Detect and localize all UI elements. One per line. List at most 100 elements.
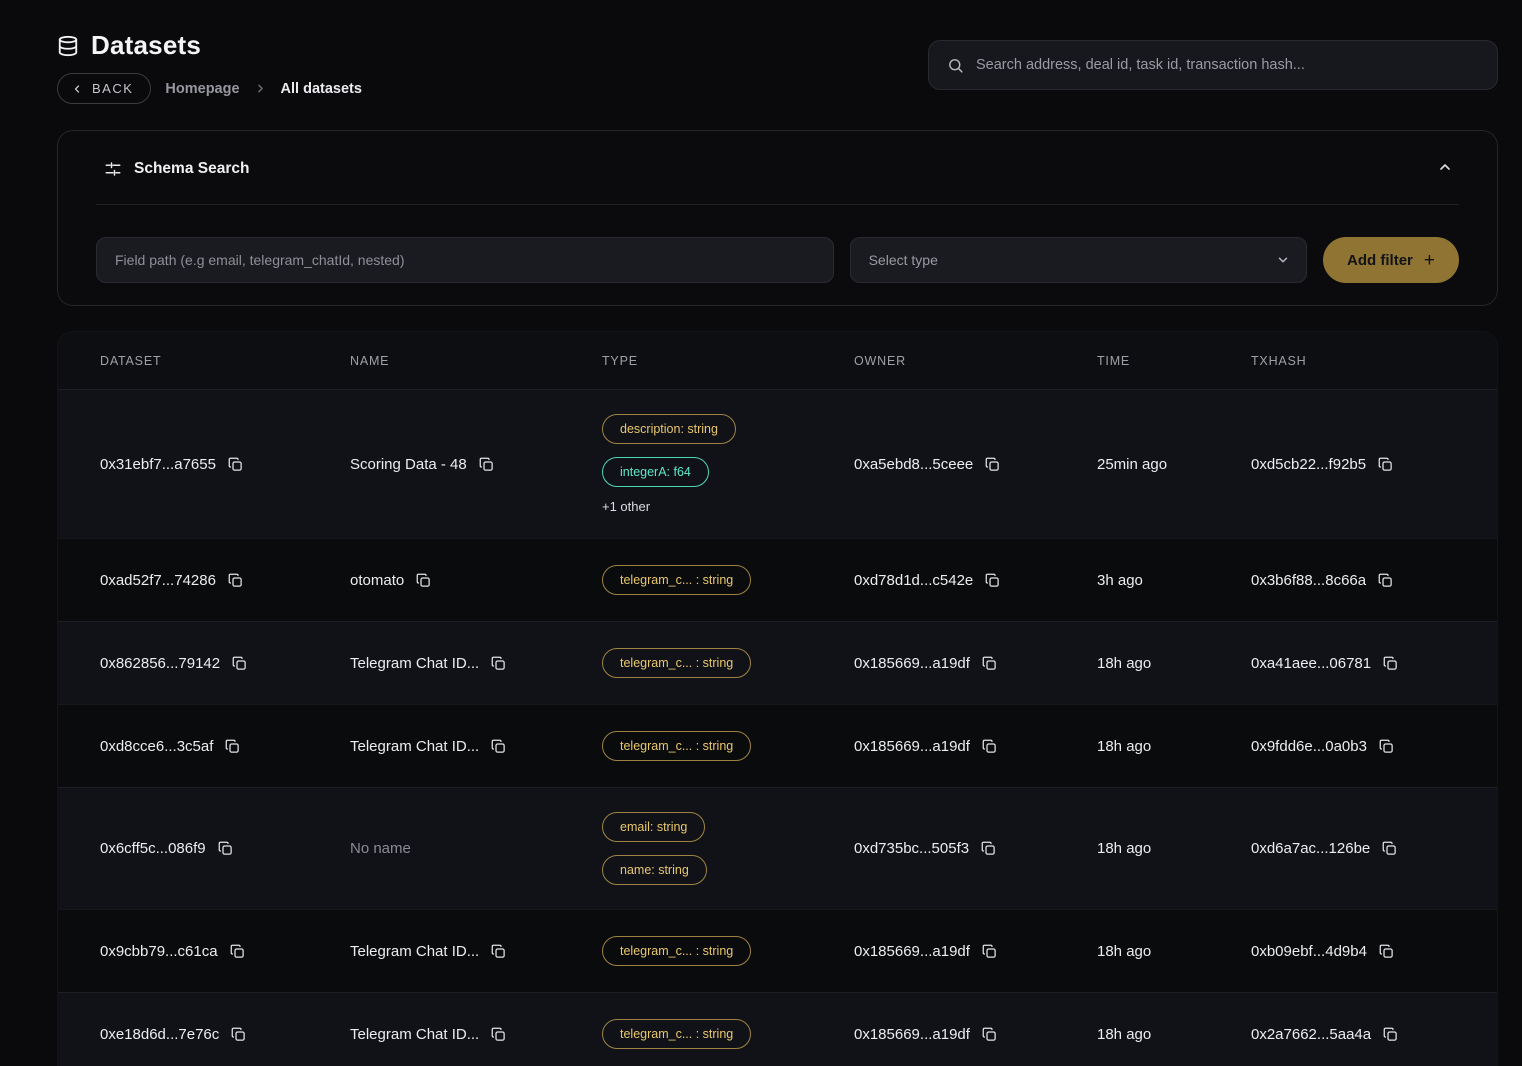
- chevron-left-icon: [71, 83, 83, 95]
- txhash-copy-icon[interactable]: [1377, 737, 1396, 756]
- type-select[interactable]: Select type: [850, 237, 1307, 283]
- dataset-name: Telegram Chat ID...: [350, 943, 479, 960]
- chevron-down-icon: [1276, 253, 1290, 267]
- table-body: 0x31ebf7...a7655Scoring Data - 48descrip…: [58, 389, 1497, 1066]
- time-cell: 18h ago: [1097, 655, 1251, 672]
- dataset-copy-icon[interactable]: [226, 455, 245, 474]
- type-select-value: Select type: [869, 252, 938, 268]
- dataset-name: No name: [350, 840, 411, 857]
- dataset-cell: 0xd8cce6...3c5af: [100, 737, 350, 756]
- owner-address: 0xd78d1d...c542e: [854, 572, 973, 589]
- dataset-copy-icon[interactable]: [216, 839, 235, 858]
- global-search-input[interactable]: [976, 57, 1479, 73]
- time-ago: 18h ago: [1097, 655, 1151, 672]
- txhash: 0xd6a7ac...126be: [1251, 840, 1370, 857]
- name-copy-icon[interactable]: [489, 737, 508, 756]
- table-row[interactable]: 0x862856...79142Telegram Chat ID...teleg…: [58, 621, 1497, 704]
- more-types-label: +1 other: [602, 499, 650, 514]
- dataset-id: 0x9cbb79...c61ca: [100, 943, 218, 960]
- owner-copy-icon[interactable]: [980, 737, 999, 756]
- txhash-copy-icon[interactable]: [1376, 455, 1395, 474]
- table-row[interactable]: 0x9cbb79...c61ca Telegram Chat ID... teleg…: [58, 909, 1497, 992]
- type-badge: integerA: f64: [602, 457, 709, 487]
- owner-cell: 0xa5ebd8...5ceee: [854, 455, 1097, 474]
- time-cell: 18h ago: [1097, 943, 1251, 960]
- collapse-panel-button[interactable]: [1431, 155, 1459, 182]
- txhash-copy-icon[interactable]: [1376, 571, 1395, 590]
- breadcrumb-homepage[interactable]: Homepage: [165, 81, 239, 97]
- table-row[interactable]: 0x6cff5c...086f9 No name email: stringname…: [58, 787, 1497, 909]
- name-copy-icon[interactable]: [414, 571, 433, 590]
- dataset-name: Telegram Chat ID...: [350, 738, 479, 755]
- global-search-bar[interactable]: [928, 40, 1498, 90]
- name-cell: Telegram Chat ID...: [350, 1025, 602, 1044]
- table-row[interactable]: 0x31ebf7...a7655Scoring Data - 48descrip…: [58, 389, 1497, 538]
- time-ago: 3h ago: [1097, 572, 1143, 589]
- dataset-id: 0x6cff5c...086f9: [100, 840, 206, 857]
- txhash-copy-icon[interactable]: [1381, 1025, 1400, 1044]
- type-cell: telegram_c... : string: [602, 912, 854, 990]
- datasets-table: DATASETNAMETYPEOWNERTIMETXHASH 0x31ebf7.…: [57, 331, 1498, 1066]
- owner-copy-icon[interactable]: [983, 571, 1002, 590]
- owner-address: 0xa5ebd8...5ceee: [854, 456, 973, 473]
- type-badge: description: string: [602, 414, 736, 444]
- time-ago: 18h ago: [1097, 840, 1151, 857]
- dataset-copy-icon[interactable]: [230, 654, 249, 673]
- type-badge: telegram_c... : string: [602, 936, 751, 966]
- txhash-copy-icon[interactable]: [1380, 839, 1399, 858]
- time-cell: 3h ago: [1097, 572, 1251, 589]
- owner-address: 0x185669...a19df: [854, 1026, 970, 1043]
- dataset-cell: 0x862856...79142: [100, 654, 350, 673]
- time-cell: 25min ago: [1097, 456, 1251, 473]
- txhash-cell: 0x3b6f88...8c66a: [1251, 571, 1497, 590]
- chevron-right-icon: [254, 82, 267, 95]
- txhash: 0x3b6f88...8c66a: [1251, 572, 1366, 589]
- dataset-id: 0xe18d6d...7e76c: [100, 1026, 219, 1043]
- breadcrumb: BACK Homepage All datasets: [57, 73, 362, 104]
- txhash-cell: 0x2a7662...5aa4a: [1251, 1025, 1497, 1044]
- dataset-cell: 0xe18d6d...7e76c: [100, 1025, 350, 1044]
- name-copy-icon[interactable]: [489, 654, 508, 673]
- name-cell: Scoring Data - 48: [350, 455, 602, 474]
- table-row[interactable]: 0xe18d6d...7e76cTelegram Chat ID...teleg…: [58, 992, 1497, 1066]
- owner-copy-icon[interactable]: [979, 839, 998, 858]
- chevron-up-icon: [1437, 159, 1453, 175]
- type-badge: telegram_c... : string: [602, 648, 751, 678]
- plus-icon: +: [1424, 251, 1435, 270]
- table-row[interactable]: 0xd8cce6...3c5afTelegram Chat ID...teleg…: [58, 704, 1497, 787]
- dataset-copy-icon[interactable]: [226, 571, 245, 590]
- type-cell: email: stringname: string: [602, 788, 854, 909]
- name-copy-icon[interactable]: [489, 1025, 508, 1044]
- field-path-input[interactable]: [96, 237, 834, 283]
- txhash-copy-icon[interactable]: [1377, 942, 1396, 961]
- datasets-page: Datasets BACK Homepage All datasets: [0, 0, 1522, 1066]
- name-copy-icon[interactable]: [477, 455, 496, 474]
- table-header: DATASETNAMETYPEOWNERTIMETXHASH: [58, 332, 1497, 389]
- name-copy-icon[interactable]: [489, 942, 508, 961]
- owner-address: 0x185669...a19df: [854, 943, 970, 960]
- txhash: 0xd5cb22...f92b5: [1251, 456, 1366, 473]
- txhash-copy-icon[interactable]: [1381, 654, 1400, 673]
- owner-copy-icon[interactable]: [980, 1025, 999, 1044]
- dataset-copy-icon[interactable]: [223, 737, 242, 756]
- sliders-icon: [104, 160, 122, 178]
- page-title: Datasets: [91, 30, 201, 61]
- dataset-cell: 0x9cbb79...c61ca: [100, 942, 350, 961]
- title-block: Datasets BACK Homepage All datasets: [57, 30, 362, 104]
- add-filter-button[interactable]: Add filter +: [1323, 237, 1459, 283]
- owner-cell: 0x185669...a19df: [854, 654, 1097, 673]
- name-cell: Telegram Chat ID...: [350, 942, 602, 961]
- owner-copy-icon[interactable]: [980, 654, 999, 673]
- time-ago: 25min ago: [1097, 456, 1167, 473]
- table-row[interactable]: 0xad52f7...74286otomatotelegram_c... : s…: [58, 538, 1497, 621]
- database-icon: [57, 35, 79, 57]
- dataset-copy-icon[interactable]: [229, 1025, 248, 1044]
- owner-copy-icon[interactable]: [983, 455, 1002, 474]
- time-ago: 18h ago: [1097, 1026, 1151, 1043]
- dataset-name: otomato: [350, 572, 404, 589]
- dataset-copy-icon[interactable]: [228, 942, 247, 961]
- owner-copy-icon[interactable]: [980, 942, 999, 961]
- dataset-id: 0x862856...79142: [100, 655, 220, 672]
- dataset-id: 0xad52f7...74286: [100, 572, 216, 589]
- back-button[interactable]: BACK: [57, 73, 151, 104]
